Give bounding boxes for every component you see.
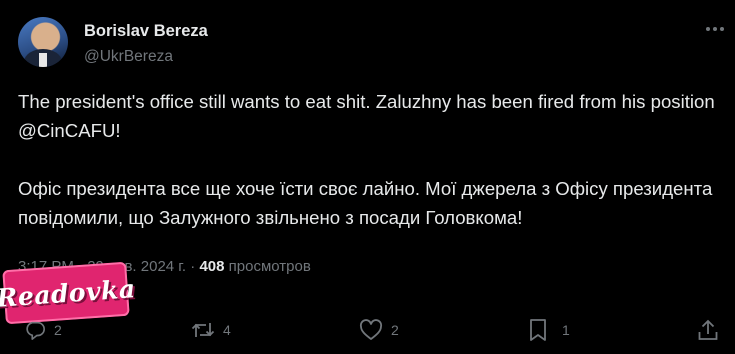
bookmark-count: 1 xyxy=(562,322,570,338)
repost-count: 4 xyxy=(223,322,231,338)
views-label: просмотров xyxy=(228,258,311,275)
tweet-text: The president's office still wants to ea… xyxy=(18,87,723,232)
author-name[interactable]: Borislav Bereza xyxy=(84,21,208,41)
more-button[interactable] xyxy=(703,19,727,39)
reply-button[interactable]: 2 xyxy=(24,315,62,345)
bookmark-button[interactable]: 1 xyxy=(528,315,570,345)
avatar-shirt xyxy=(39,53,47,67)
watermark-text: Readovka xyxy=(0,273,137,313)
views-count: 408 xyxy=(199,258,225,275)
repost-button[interactable]: 4 xyxy=(191,315,231,345)
action-bar: 2 4 2 1 xyxy=(0,315,735,345)
tweet-paragraph-english: The president's office still wants to ea… xyxy=(18,91,715,141)
tweet-paragraph-ukrainian: Офіс президента все ще хоче їсти своє ла… xyxy=(18,178,713,228)
heart-icon xyxy=(359,319,383,340)
share-upload-icon xyxy=(698,319,718,340)
author-handle[interactable]: @UkrBereza xyxy=(84,47,208,67)
more-dots-icon xyxy=(706,27,724,31)
author-block: Borislav Bereza @UkrBereza xyxy=(84,21,208,67)
reply-bubble-icon xyxy=(26,321,45,340)
like-button[interactable]: 2 xyxy=(359,315,399,345)
repost-arrows-icon xyxy=(191,323,215,337)
share-button[interactable] xyxy=(697,315,719,345)
bookmark-icon xyxy=(530,319,546,341)
avatar[interactable] xyxy=(18,17,68,67)
like-count: 2 xyxy=(391,322,399,338)
reply-count: 2 xyxy=(54,322,62,338)
